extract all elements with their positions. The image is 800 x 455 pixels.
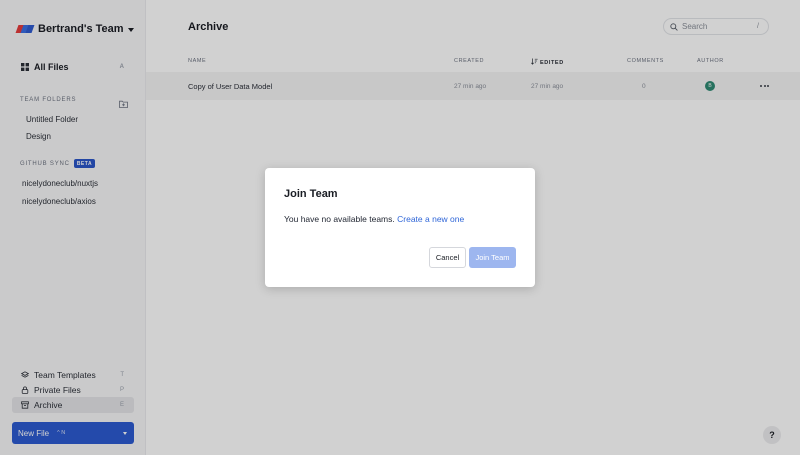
join-team-dialog: Join Team You have no available teams. C… [265,168,535,287]
dialog-message: You have no available teams. Create a ne… [284,214,465,224]
cancel-button[interactable]: Cancel [429,247,466,268]
dialog-title: Join Team [284,188,338,200]
create-team-link[interactable]: Create a new one [397,214,464,224]
join-team-button[interactable]: Join Team [469,247,516,268]
